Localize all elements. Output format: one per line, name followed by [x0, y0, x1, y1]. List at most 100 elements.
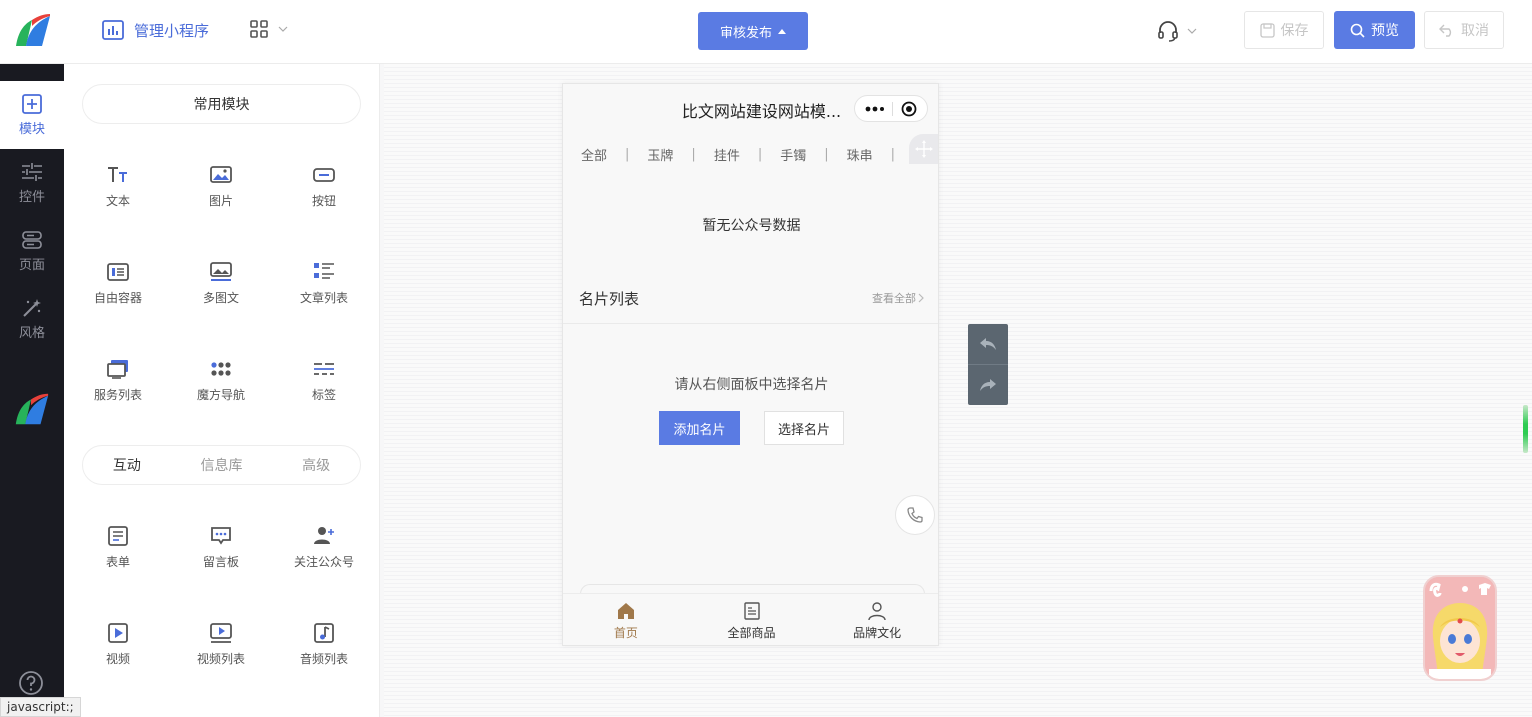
publish-label: 审核发布: [719, 25, 772, 41]
module-service-list[interactable]: 服务列表: [68, 358, 168, 418]
tab-advanced[interactable]: 高级: [302, 455, 330, 475]
support-menu[interactable]: [1157, 20, 1197, 42]
preview-button[interactable]: 预览: [1334, 11, 1415, 49]
module-video[interactable]: 视频: [68, 622, 168, 682]
module-label: 关注公众号: [293, 555, 354, 569]
select-card-button[interactable]: 选择名片: [764, 411, 844, 445]
module-article-list[interactable]: 文章列表: [274, 261, 374, 321]
card-list-title: 名片列表: [579, 290, 640, 308]
category-tab[interactable]: 手镯: [780, 145, 806, 164]
tab-home[interactable]: 首页: [563, 594, 689, 645]
empty-official-account-text: 暂无公众号数据: [702, 218, 801, 234]
rail-label: 风格: [18, 325, 45, 341]
module-tags[interactable]: 标签: [274, 358, 374, 418]
left-rail: 模块 控件 页面 风格: [0, 64, 64, 717]
category-tab[interactable]: 玉牌: [647, 145, 673, 164]
document-icon: [743, 601, 760, 620]
module-label: 视频列表: [196, 652, 245, 666]
more-dots-icon: [865, 106, 884, 111]
tags-icon: [314, 363, 334, 375]
module-category-tabs: 互动 信息库 高级: [82, 445, 361, 485]
module-label: 自由容器: [93, 291, 142, 305]
category-expand-corner[interactable]: [909, 134, 938, 164]
view-all-link[interactable]: 查看全部: [872, 290, 924, 306]
save-label: 保存: [1280, 23, 1309, 39]
rail-item-pages[interactable]: 页面: [0, 217, 64, 285]
bottom-tab-bar: 首页 全部商品 品牌文化: [563, 593, 938, 645]
module-message-board[interactable]: 留言板: [171, 525, 271, 585]
rail-item-controls[interactable]: 控件: [0, 149, 64, 217]
rail-item-modules[interactable]: 模块: [0, 81, 64, 149]
tab-label: 全部商品: [727, 625, 776, 640]
call-button[interactable]: [895, 495, 935, 535]
tab-all-products[interactable]: 全部商品: [689, 594, 815, 645]
wechat-capsule[interactable]: [854, 95, 928, 122]
module-label: 图片: [208, 194, 233, 208]
module-label: 魔方导航: [196, 388, 245, 402]
rail-item-style[interactable]: 风格: [0, 285, 64, 353]
module-label: 按钮: [311, 194, 336, 208]
module-label: 表单: [105, 555, 130, 569]
chevron-right-icon: [918, 293, 924, 303]
floating-avatar-widget[interactable]: [1423, 575, 1497, 681]
publish-button[interactable]: 审核发布: [698, 12, 808, 50]
module-video-list[interactable]: 视频列表: [171, 622, 271, 682]
module-cube-nav[interactable]: 魔方导航: [171, 358, 271, 418]
module-label: 视频: [105, 652, 130, 666]
cancel-button[interactable]: 取消: [1424, 11, 1504, 49]
image-icon: [210, 166, 232, 183]
search-icon: [1350, 23, 1365, 38]
sliders-icon: [22, 162, 42, 181]
module-image[interactable]: 图片: [171, 164, 271, 224]
module-label: 音频列表: [299, 652, 348, 666]
tab-interactive[interactable]: 互动: [113, 455, 141, 475]
top-bar: 管理小程序 审核发布 保存 预览 取消: [0, 0, 1532, 64]
category-tabs: 全部| 玉牌| 挂件| 手镯| 珠串| 戒指: [563, 144, 938, 164]
module-label: 留言板: [202, 555, 239, 569]
module-button[interactable]: 按钮: [274, 164, 374, 224]
move-icon: [915, 140, 933, 158]
rail-label: 模块: [18, 121, 45, 137]
button-icon: [313, 168, 335, 182]
module-panel: 常用模块 文本 图片 按钮 自由容器 多图文 文章列表 服务列表 魔方导航 标签…: [64, 64, 380, 717]
preview-label: 预览: [1371, 23, 1399, 39]
caret-up-icon: [778, 28, 786, 34]
module-audio-list[interactable]: 音频列表: [274, 622, 374, 682]
bar-chart-icon: [102, 20, 124, 40]
article-list-icon: [314, 263, 334, 279]
category-tab[interactable]: 全部: [581, 145, 607, 164]
module-label: 多图文: [202, 291, 239, 305]
category-tab[interactable]: 挂件: [714, 145, 740, 164]
module-form[interactable]: 表单: [68, 525, 168, 585]
card-hint-text: 请从右侧面板中选择名片: [674, 377, 829, 393]
save-button[interactable]: 保存: [1244, 11, 1324, 49]
module-free-container[interactable]: 自由容器: [68, 261, 168, 321]
redo-arrow-icon: [980, 379, 996, 391]
text-icon: [108, 167, 127, 182]
scroll-indicator[interactable]: [1523, 405, 1528, 453]
qr-grid-icon: [250, 20, 268, 38]
card-list-header: 名片列表 查看全部: [563, 280, 938, 324]
undo-button[interactable]: [968, 324, 1008, 364]
module-label: 文章列表: [299, 291, 348, 305]
view-all-label: 查看全部: [872, 292, 916, 305]
module-multi-image-text[interactable]: 多图文: [171, 261, 271, 321]
qr-menu[interactable]: [250, 20, 288, 38]
rail-label: 页面: [18, 257, 45, 273]
mini-program-manage[interactable]: 管理小程序: [102, 19, 209, 41]
tab-brand-culture[interactable]: 品牌文化: [814, 594, 938, 645]
category-tab[interactable]: 珠串: [847, 145, 873, 164]
module-follow-official-account[interactable]: 关注公众号: [274, 525, 374, 585]
container-icon: [107, 263, 129, 281]
brand-logo-icon[interactable]: [12, 10, 52, 50]
help-icon[interactable]: [18, 670, 44, 696]
redo-button[interactable]: [968, 365, 1008, 405]
video-list-icon: [210, 623, 232, 643]
tab-label: 品牌文化: [853, 625, 902, 640]
tab-label: 首页: [613, 625, 638, 640]
undo-arrow-icon: [980, 338, 996, 350]
add-card-button[interactable]: 添加名片: [659, 411, 740, 445]
module-text[interactable]: 文本: [68, 164, 168, 224]
common-modules-title: 常用模块: [82, 84, 361, 124]
tab-info-library[interactable]: 信息库: [200, 455, 242, 475]
